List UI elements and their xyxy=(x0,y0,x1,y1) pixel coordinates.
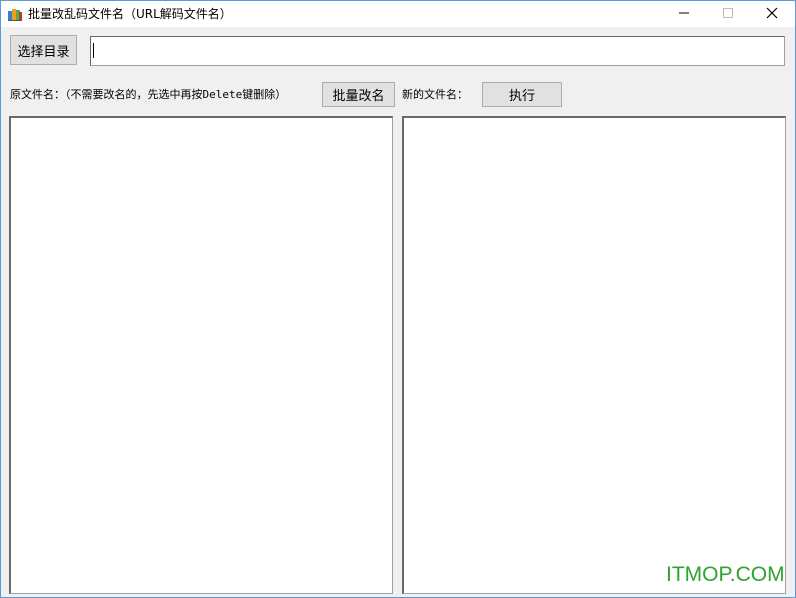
text-caret xyxy=(93,43,94,58)
minimize-button[interactable] xyxy=(661,1,707,27)
maximize-icon xyxy=(723,7,733,21)
batch-rename-button[interactable]: 批量改名 xyxy=(322,82,395,107)
app-window: 批量改乱码文件名（URL解码文件名） 选择目录 原文件名：（不需要改名的，先选中… xyxy=(0,0,796,598)
select-directory-button[interactable]: 选择目录 xyxy=(10,35,77,65)
title-bar[interactable]: 批量改乱码文件名（URL解码文件名） xyxy=(1,1,795,27)
maximize-button[interactable] xyxy=(705,1,751,27)
original-filename-list[interactable] xyxy=(9,116,393,594)
minimize-icon xyxy=(679,7,689,21)
directory-path-input[interactable] xyxy=(90,36,785,66)
window-title: 批量改乱码文件名（URL解码文件名） xyxy=(28,7,232,21)
new-filename-label: 新的文件名： xyxy=(402,88,468,101)
app-books-icon xyxy=(7,6,23,22)
new-filename-list[interactable] xyxy=(402,116,786,594)
watermark-text: ITMOP.COM xyxy=(666,563,785,586)
execute-button[interactable]: 执行 xyxy=(482,82,562,107)
close-button[interactable] xyxy=(749,1,795,27)
original-filename-label: 原文件名：（不需要改名的，先选中再按Delete键删除） xyxy=(10,88,287,101)
close-icon xyxy=(766,7,778,22)
